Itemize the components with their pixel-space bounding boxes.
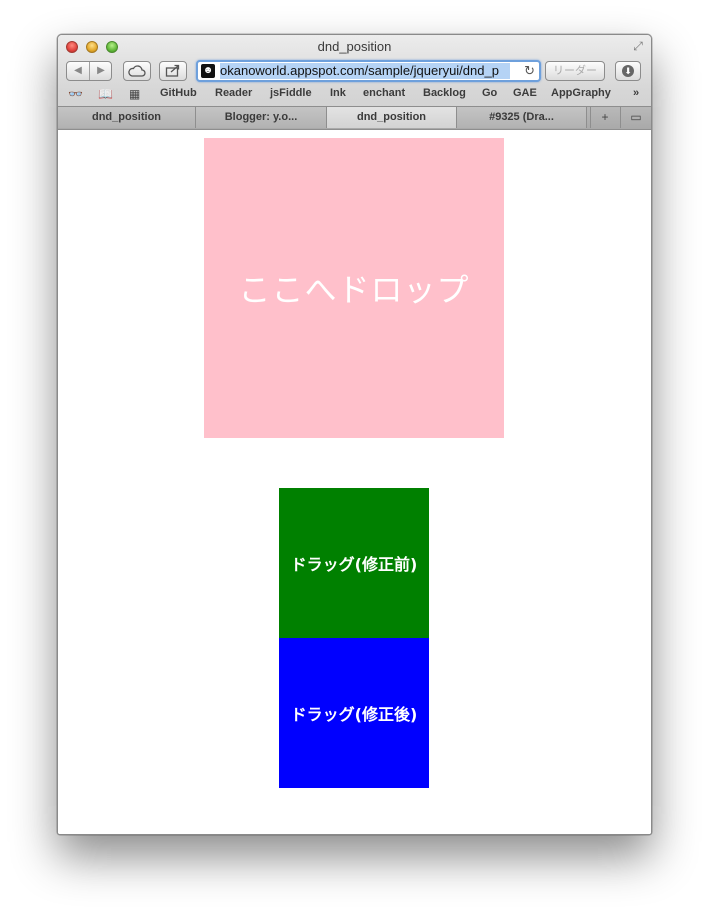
downloads-button[interactable]: ⬇: [615, 61, 641, 81]
bookmark-item[interactable]: Backlog: [423, 87, 466, 99]
bookmark-item[interactable]: Reader: [215, 87, 252, 99]
bookmark-item[interactable]: Ink: [330, 87, 346, 99]
page-content: ここへドロップ ドラッグ(修正前) ドラッグ(修正後): [58, 130, 651, 834]
tab-dnd-position-1[interactable]: dnd_position: [58, 107, 196, 128]
tab-blogger[interactable]: Blogger: y.o...: [196, 107, 327, 128]
bookmark-item[interactable]: enchant: [363, 87, 405, 99]
share-icon: [165, 64, 180, 77]
tab-bar: dnd_position Blogger: y.o... dnd_positio…: [58, 106, 651, 129]
draggable-box-after-fix[interactable]: ドラッグ(修正後): [279, 638, 429, 788]
top-sites-grid-icon[interactable]: ▦: [129, 87, 140, 101]
back-button[interactable]: ◀: [67, 62, 90, 80]
fullscreen-icon[interactable]: ⤢: [631, 39, 645, 53]
reader-button[interactable]: リーダー: [545, 61, 605, 81]
window-title: dnd_position: [317, 39, 392, 54]
tab-dnd-position-active[interactable]: dnd_position: [327, 107, 457, 128]
site-favicon-icon: ☻: [201, 64, 215, 78]
bookmarks-book-icon[interactable]: 📖: [98, 87, 113, 101]
browser-toolbar: dnd_position ⤢ ◀ ▶ ☻ okanoworld.appspot.…: [58, 35, 651, 130]
address-bar[interactable]: ☻ okanoworld.appspot.com/sample/jqueryui…: [196, 60, 541, 82]
new-tab-icon[interactable]: +: [590, 107, 619, 128]
icloud-tabs-button[interactable]: [123, 61, 151, 81]
bookmark-item[interactable]: Go: [482, 87, 497, 99]
drop-target[interactable]: ここへドロップ: [204, 138, 504, 438]
browser-window: dnd_position ⤢ ◀ ▶ ☻ okanoworld.appspot.…: [57, 34, 652, 835]
more-bookmarks-icon[interactable]: »: [633, 87, 639, 99]
tab-issue-9325[interactable]: #9325 (Dra...: [457, 107, 587, 128]
forward-button[interactable]: ▶: [90, 62, 112, 80]
tab-overview-icon[interactable]: ▭: [620, 107, 651, 128]
download-icon: ⬇: [622, 65, 634, 77]
bookmark-item[interactable]: GitHub: [160, 87, 197, 99]
bookmark-item[interactable]: AppGraphy: [551, 87, 611, 99]
url-text[interactable]: okanoworld.appspot.com/sample/jqueryui/d…: [220, 63, 510, 79]
bookmark-item[interactable]: jsFiddle: [270, 87, 312, 99]
share-button[interactable]: [159, 61, 187, 81]
reload-icon[interactable]: ↻: [524, 62, 535, 80]
cloud-icon: [128, 65, 146, 77]
bookmarks-bar: 👓 📖 ▦ GitHub Reader jsFiddle Ink enchant…: [58, 86, 651, 104]
draggable-box-before-fix[interactable]: ドラッグ(修正前): [279, 488, 429, 638]
bookmark-item[interactable]: GAE: [513, 87, 537, 99]
reading-list-icon[interactable]: 👓: [68, 87, 83, 101]
nav-buttons: ◀ ▶: [66, 61, 112, 81]
